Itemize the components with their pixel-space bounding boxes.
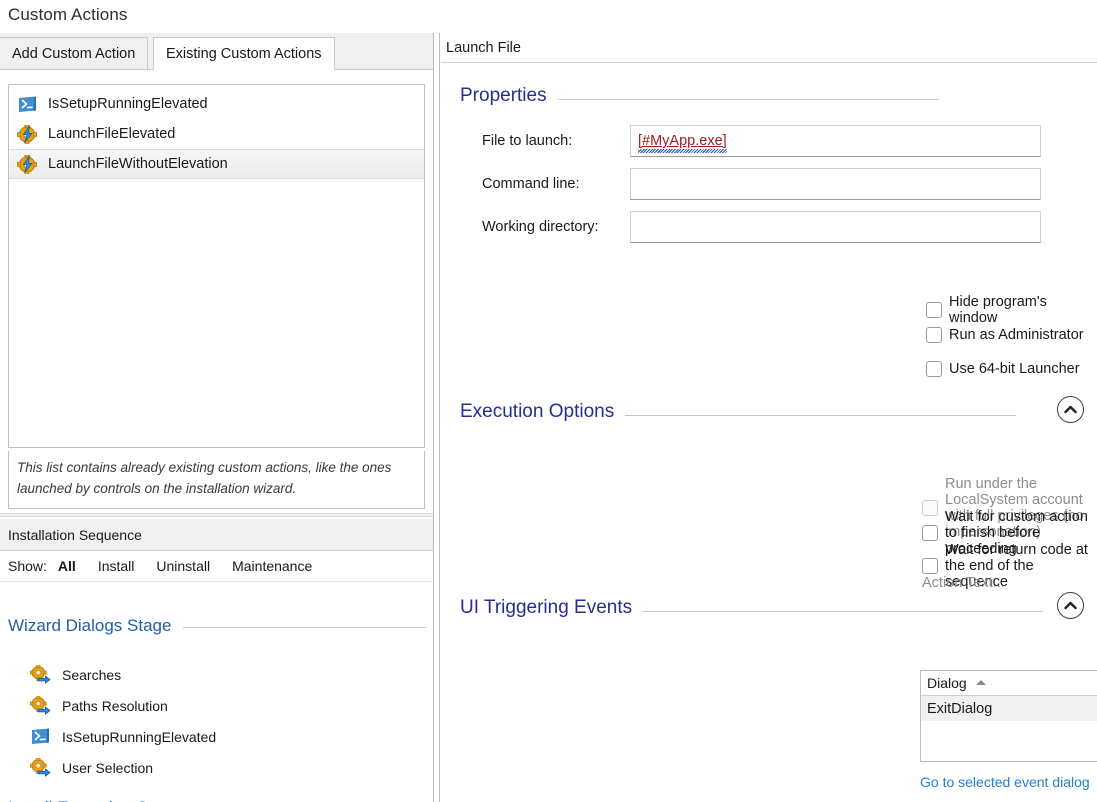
checkbox-label: Run as Administrator <box>949 327 1084 343</box>
vertical-splitter[interactable] <box>433 33 440 802</box>
section-ui-triggering-events-label: UI Triggering Events <box>460 597 633 618</box>
pane-divider <box>0 513 433 517</box>
gear-lightning-icon <box>16 121 38 145</box>
list-item[interactable]: IsSetupRunningElevated <box>9 89 424 119</box>
checkbox-box[interactable] <box>926 361 942 377</box>
ui-triggering-events-table[interactable]: Dialog Control ExitDialog Finish <box>920 670 1097 762</box>
list-item-label: LaunchFileWithoutElevation <box>48 156 228 172</box>
tab-existing-custom-actions[interactable]: Existing Custom Actions <box>153 37 335 70</box>
list-item-label: IsSetupRunningElevated <box>48 96 208 112</box>
script-console-icon <box>17 95 38 114</box>
stage-heading-install-execution: Install Execution Stage <box>8 798 426 802</box>
checkbox-label: Use 64-bit Launcher <box>949 361 1080 377</box>
filter-all[interactable]: All <box>58 558 76 574</box>
list-item[interactable]: LaunchFileElevated <box>9 119 424 149</box>
section-rule <box>557 98 939 100</box>
gear-arrow-icon <box>30 664 51 684</box>
left-pane: Add Custom Action Existing Custom Action… <box>0 33 433 802</box>
show-label: Show: <box>8 558 47 574</box>
details-header: Launch File <box>441 33 1097 63</box>
column-header-dialog-label: Dialog <box>927 675 967 691</box>
file-to-launch-input[interactable]: [#MyApp.exe] <box>630 125 1041 157</box>
sequence-item-label: Paths Resolution <box>62 697 168 714</box>
field-row-file-to-launch: File to launch: [#MyApp.exe] <box>482 125 1041 157</box>
tab-add-custom-action-label: Add Custom Action <box>12 45 136 62</box>
sequence-item-user-selection[interactable]: User Selection <box>30 757 154 777</box>
details-header-title: Launch File <box>446 39 521 56</box>
stage-rule <box>183 627 426 628</box>
working-directory-label: Working directory: <box>482 219 599 235</box>
stage-heading-wizard-dialogs: Wizard Dialogs Stage <box>8 616 426 636</box>
existing-actions-list[interactable]: IsSetupRunningElevated LaunchFileElevate… <box>8 84 425 448</box>
filter-maintenance[interactable]: Maintenance <box>232 558 312 574</box>
sequence-item-issetuprunningelevated[interactable]: IsSetupRunningElevated <box>30 727 216 746</box>
checkbox-label: Hide program's window <box>949 294 1047 326</box>
checkbox-use-64-bit-launcher[interactable]: Use 64-bit Launcher <box>926 361 1080 377</box>
checkbox-box[interactable] <box>922 525 938 541</box>
chevron-up-icon <box>1064 405 1077 414</box>
working-directory-input[interactable] <box>630 211 1041 243</box>
collapse-execution-options-button[interactable] <box>1057 396 1084 423</box>
sequence-item-label: IsSetupRunningElevated <box>62 728 217 745</box>
action-text-placeholder[interactable]: Action Text... <box>922 575 1005 591</box>
checkbox-box[interactable] <box>926 302 942 318</box>
tab-strip: Add Custom Action Existing Custom Action… <box>0 33 433 70</box>
list-item[interactable]: LaunchFileWithoutElevation <box>9 149 424 179</box>
script-console-icon <box>30 727 51 746</box>
actions-list-hint: This list contains already existing cust… <box>8 451 425 509</box>
sort-ascending-icon <box>975 680 986 685</box>
table-header-row: Dialog Control <box>921 671 1097 696</box>
sequence-item-searches[interactable]: Searches <box>30 664 122 684</box>
sequence-item-label: User Selection <box>62 759 154 776</box>
custom-actions-page: Custom Actions Add Custom Action Existin… <box>0 0 1097 802</box>
checkbox-box[interactable] <box>922 558 938 574</box>
gear-arrow-icon <box>30 757 51 777</box>
sequence-item-paths-resolution[interactable]: Paths Resolution <box>30 695 168 715</box>
section-properties: Properties <box>460 85 939 107</box>
sequence-item-label: Searches <box>62 666 122 683</box>
page-title: Custom Actions <box>8 5 128 24</box>
stage-heading-label: Install Execution Stage <box>8 798 181 802</box>
checkbox-box[interactable] <box>926 327 942 343</box>
cell-dialog: ExitDialog <box>927 700 993 717</box>
field-row-working-directory: Working directory: <box>482 211 1041 243</box>
table-row[interactable]: ExitDialog Finish <box>921 696 1097 721</box>
column-header-dialog[interactable]: Dialog <box>921 671 1097 695</box>
show-filter-bar: Show: All Install Uninstall Maintenance <box>0 551 433 582</box>
section-rule <box>625 414 1017 416</box>
section-properties-label: Properties <box>460 85 547 106</box>
filter-install[interactable]: Install <box>98 558 135 574</box>
filter-uninstall[interactable]: Uninstall <box>156 558 210 574</box>
command-line-label: Command line: <box>482 176 580 192</box>
file-to-launch-value: [#MyApp.exe] <box>638 133 727 153</box>
tab-add-custom-action[interactable]: Add Custom Action <box>0 37 149 70</box>
section-ui-triggering-events: UI Triggering Events <box>460 597 1044 619</box>
installation-sequence-title: Installation Sequence <box>8 526 142 543</box>
stage-heading-label: Wizard Dialogs Stage <box>8 616 172 635</box>
command-line-input[interactable] <box>630 168 1041 200</box>
list-item-label: LaunchFileElevated <box>48 126 176 142</box>
installation-sequence-header: Installation Sequence <box>0 519 433 551</box>
field-row-command-line: Command line: <box>482 168 1041 200</box>
tab-existing-custom-actions-label: Existing Custom Actions <box>166 45 322 62</box>
collapse-ui-triggering-events-button[interactable] <box>1057 592 1084 619</box>
section-execution-options-label: Execution Options <box>460 401 615 422</box>
goto-selected-event-dialog-link[interactable]: Go to selected event dialog <box>920 774 1090 790</box>
chevron-up-icon <box>1064 601 1077 610</box>
gear-lightning-icon <box>16 151 38 175</box>
section-execution-options: Execution Options <box>460 401 1017 423</box>
file-to-launch-label: File to launch: <box>482 133 573 149</box>
details-pane: Launch File Properties File to launch: [… <box>441 33 1097 802</box>
checkbox-hide-programs-window[interactable]: Hide program's window <box>926 294 1097 326</box>
section-rule <box>643 610 1044 612</box>
gear-arrow-icon <box>30 695 51 715</box>
checkbox-run-as-administrator[interactable]: Run as Administrator <box>926 327 1084 343</box>
